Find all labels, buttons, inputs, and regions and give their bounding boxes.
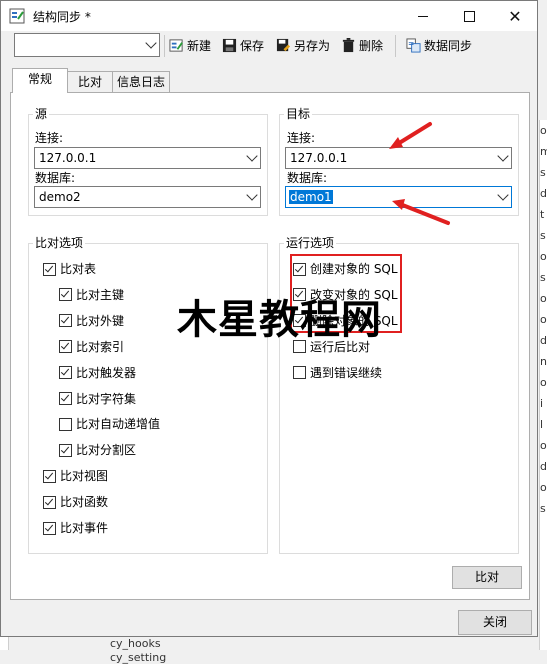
- annotation-arrow: [392, 199, 450, 225]
- background-item: cy_setting: [110, 651, 167, 664]
- tab-general[interactable]: 常规: [12, 68, 68, 93]
- annotation-arrows: [389, 122, 450, 225]
- annotation-arrow: [389, 122, 432, 149]
